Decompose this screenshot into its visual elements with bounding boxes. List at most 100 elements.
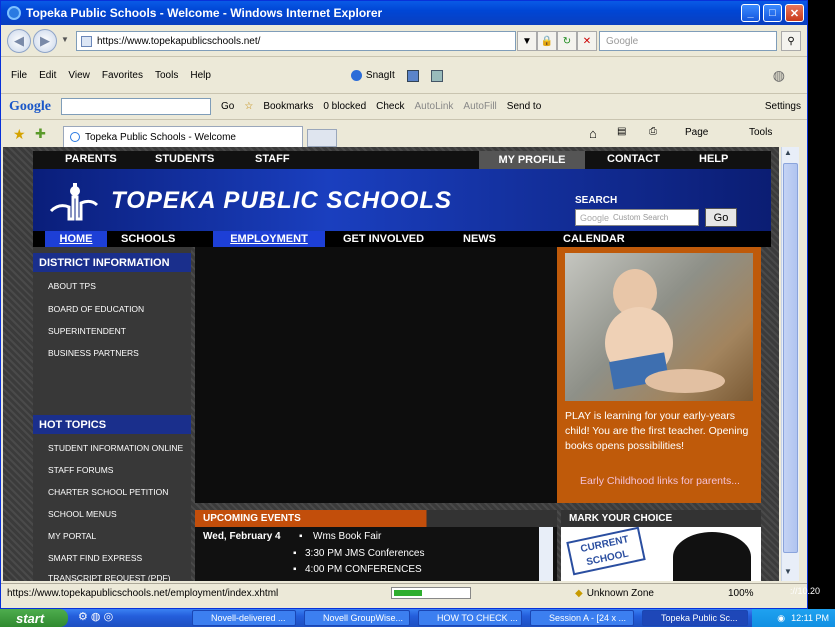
back-button[interactable]: ◀ bbox=[7, 29, 31, 53]
school-logo-icon[interactable] bbox=[47, 181, 101, 223]
site-search-input[interactable]: Google Custom Search bbox=[575, 209, 699, 226]
utility-contact[interactable]: CONTACT bbox=[607, 153, 660, 165]
close-button[interactable]: ✕ bbox=[785, 4, 804, 22]
favorites-star-icon[interactable]: ★ bbox=[13, 126, 26, 143]
nav-calendar[interactable]: CALENDAR bbox=[563, 233, 625, 245]
menu-view[interactable]: View bbox=[68, 70, 90, 81]
window-titlebar[interactable]: Topeka Public Schools - Welcome - Window… bbox=[1, 1, 807, 25]
address-dropdown-button[interactable]: ▼ bbox=[517, 31, 537, 51]
promo-photo[interactable] bbox=[565, 253, 753, 401]
star-icon: ☆ bbox=[244, 101, 254, 112]
feeds-icon[interactable]: ▤ bbox=[617, 126, 626, 137]
taskbar-item[interactable]: Novell GroupWise... bbox=[304, 610, 410, 626]
bullet-icon: ▪ bbox=[299, 531, 303, 542]
print-icon[interactable]: ⎙ bbox=[649, 126, 657, 137]
current-school-sign[interactable]: CURRENT SCHOOL bbox=[566, 526, 646, 576]
scroll-up-icon[interactable]: ▲ bbox=[784, 148, 792, 157]
start-button[interactable]: start bbox=[0, 609, 68, 627]
event-item[interactable]: 3:30 PM JMS Conferences bbox=[305, 548, 425, 559]
google-logo[interactable]: Google bbox=[9, 99, 51, 115]
page-scrollbar[interactable]: ▲ ▼ bbox=[781, 147, 799, 581]
quicklaunch-icons[interactable]: ⚙ ◍ ◎ bbox=[78, 610, 113, 623]
scroll-down-icon[interactable]: ▼ bbox=[784, 567, 792, 576]
address-input[interactable]: https://www.topekapublicschools.net/ bbox=[76, 31, 516, 51]
snagit-window-icon[interactable] bbox=[406, 69, 419, 82]
sidebar-school-menus[interactable]: SCHOOL MENUS bbox=[48, 509, 117, 519]
autofill-button[interactable]: AutoFill bbox=[463, 101, 496, 112]
send-to-button[interactable]: Send to bbox=[507, 101, 541, 112]
taskbar-item[interactable]: Session A - [24 x ... bbox=[530, 610, 634, 626]
history-dropdown-icon[interactable]: ▼ bbox=[61, 35, 69, 44]
nav-employment[interactable]: EMPLOYMENT bbox=[213, 231, 325, 247]
event-item[interactable]: Wms Book Fair bbox=[313, 531, 381, 542]
search-button[interactable]: ⚲ bbox=[781, 31, 801, 51]
minimize-button[interactable]: _ bbox=[741, 4, 760, 22]
ie-icon bbox=[7, 6, 21, 20]
district-info-heading: DISTRICT INFORMATION bbox=[33, 253, 191, 272]
taskbar-item[interactable]: HOW TO CHECK ... bbox=[418, 610, 522, 626]
google-search-input[interactable] bbox=[61, 98, 211, 115]
sidebar-business-partners[interactable]: BUSINESS PARTNERS bbox=[48, 348, 139, 358]
utility-parents[interactable]: PARENTS bbox=[65, 153, 117, 165]
site-title[interactable]: TOPEKA PUBLIC SCHOOLS bbox=[111, 187, 452, 215]
sidebar-superintendent[interactable]: SUPERINTENDENT bbox=[48, 326, 126, 336]
nav-home[interactable]: HOME bbox=[45, 231, 107, 247]
menu-file[interactable]: File bbox=[11, 70, 27, 81]
nav-news[interactable]: NEWS bbox=[463, 233, 496, 245]
popup-blocked-button[interactable]: 0 blocked bbox=[323, 101, 366, 112]
status-bar: https://www.topekapublicschools.net/empl… bbox=[1, 583, 807, 602]
forward-button[interactable]: ▶ bbox=[33, 29, 57, 53]
add-favorite-icon[interactable]: ✚ bbox=[35, 126, 46, 142]
scroll-thumb[interactable] bbox=[783, 163, 798, 553]
stop-button[interactable]: ✕ bbox=[577, 31, 597, 51]
maximize-button[interactable]: □ bbox=[763, 4, 782, 22]
lock-icon[interactable]: 🔒 bbox=[537, 31, 557, 51]
snagit-button[interactable]: SnagIt bbox=[350, 70, 395, 81]
events-scrollbar[interactable] bbox=[539, 527, 553, 581]
home-icon[interactable]: ⌂ bbox=[589, 126, 597, 141]
refresh-button[interactable]: ↻ bbox=[557, 31, 577, 51]
search-input[interactable]: Google bbox=[599, 31, 777, 51]
tray-icon[interactable]: ◉ bbox=[777, 613, 785, 624]
tab-current[interactable]: Topeka Public Schools - Welcome bbox=[63, 125, 303, 148]
event-item[interactable]: 4:00 PM CONFERENCES bbox=[305, 564, 422, 575]
spell-check-button[interactable]: Check bbox=[376, 101, 404, 112]
sidebar-transcript-request[interactable]: TRANSCRIPT REQUEST (PDF) bbox=[48, 573, 170, 581]
sidebar-staff-forums[interactable]: STAFF FORUMS bbox=[48, 465, 113, 475]
background-text: ://10.20 bbox=[790, 586, 821, 596]
utility-help[interactable]: HELP bbox=[699, 153, 728, 165]
page-menu[interactable]: Page bbox=[685, 127, 708, 138]
tools-menu[interactable]: Tools bbox=[749, 127, 772, 138]
utility-my-profile[interactable]: MY PROFILE bbox=[479, 151, 585, 169]
zoom-level[interactable]: 100% bbox=[728, 588, 754, 599]
snagit-edit-icon[interactable] bbox=[430, 69, 443, 82]
sidebar-student-info-online[interactable]: STUDENT INFORMATION ONLINE bbox=[48, 443, 183, 453]
sidebar-board-of-education[interactable]: BOARD OF EDUCATION bbox=[48, 304, 144, 314]
zone-icon: ◆ bbox=[575, 587, 583, 599]
google-go-button[interactable]: Go bbox=[221, 101, 234, 112]
sidebar-my-portal[interactable]: MY PORTAL bbox=[48, 531, 96, 541]
clock[interactable]: 12:11 PM bbox=[791, 613, 829, 623]
sidebar-charter-school-petition[interactable]: CHARTER SCHOOL PETITION bbox=[48, 487, 168, 497]
utility-staff[interactable]: STAFF bbox=[255, 153, 290, 165]
new-tab-button[interactable] bbox=[307, 128, 337, 147]
sidebar-smart-find-express[interactable]: SMART FIND EXPRESS bbox=[48, 553, 142, 563]
early-childhood-link[interactable]: Early Childhood links for parents... bbox=[565, 475, 755, 487]
menu-edit[interactable]: Edit bbox=[39, 70, 56, 81]
choice-graphic[interactable] bbox=[673, 532, 751, 581]
taskbar-item-active[interactable]: Topeka Public Sc... bbox=[642, 610, 748, 626]
sidebar-about-tps[interactable]: ABOUT TPS bbox=[48, 281, 96, 291]
menu-favorites[interactable]: Favorites bbox=[102, 70, 143, 81]
bookmarks-button[interactable]: Bookmarks bbox=[263, 101, 313, 112]
site-search-go-button[interactable]: Go bbox=[705, 208, 737, 227]
taskbar-item[interactable]: Novell-delivered ... bbox=[192, 610, 296, 626]
autolink-button[interactable]: AutoLink bbox=[415, 101, 454, 112]
zone-indicator[interactable]: ◆ Unknown Zone bbox=[575, 588, 654, 599]
nav-schools[interactable]: SCHOOLS bbox=[121, 233, 175, 245]
menu-help[interactable]: Help bbox=[190, 70, 211, 81]
nav-get-involved[interactable]: GET INVOLVED bbox=[343, 233, 424, 245]
menu-tools[interactable]: Tools bbox=[155, 70, 178, 81]
settings-button[interactable]: Settings bbox=[765, 101, 801, 112]
ie-window: Topeka Public Schools - Welcome - Window… bbox=[0, 0, 808, 609]
utility-students[interactable]: STUDENTS bbox=[155, 153, 214, 165]
